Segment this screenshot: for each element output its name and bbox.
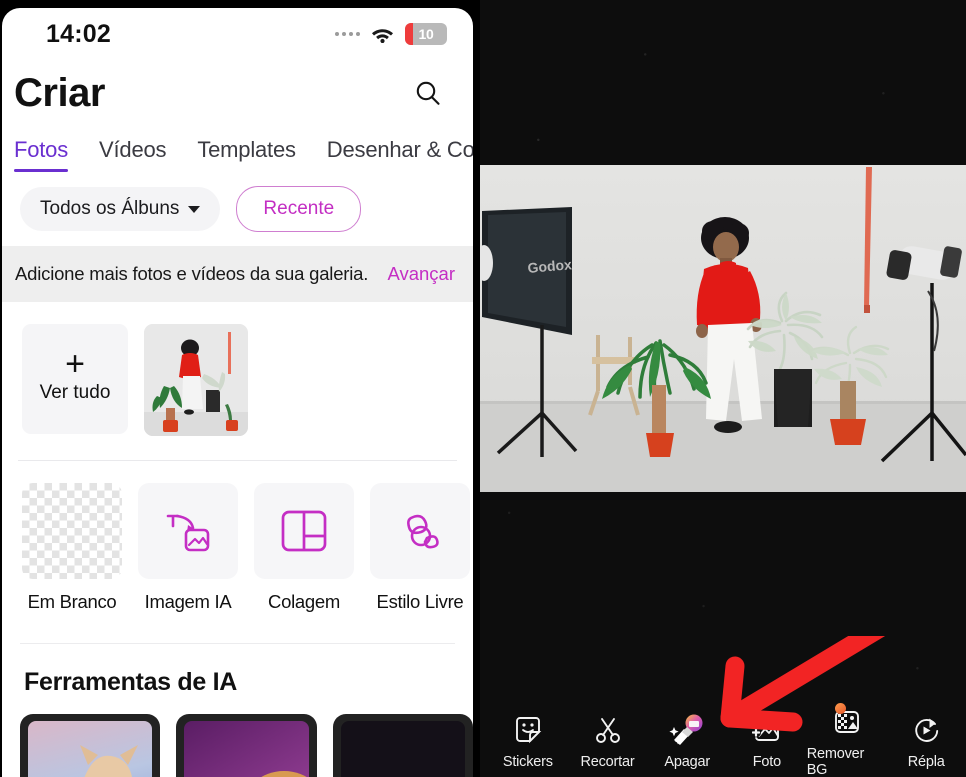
toolbar-item-foto[interactable]: Foto	[727, 713, 807, 770]
create-tools-row: Em Branco Imagem IA Colagem Estilo Livre	[2, 461, 473, 613]
text-to-image-icon	[138, 483, 238, 579]
gallery-thumbnail[interactable]	[144, 324, 248, 436]
battery-level: 10	[418, 26, 434, 42]
signal-dots-icon	[335, 32, 360, 36]
screenshot-root: 14:02 10 Criar Fotos Vídeos Templates De…	[0, 0, 966, 777]
toolbar-label: Remover BG	[806, 745, 865, 777]
collage-grid-icon	[254, 483, 354, 579]
albums-dropdown[interactable]: Todos os Álbuns	[20, 187, 221, 231]
remove-background-icon	[832, 702, 862, 739]
wifi-icon	[371, 26, 394, 43]
plus-icon: +	[65, 344, 85, 383]
ai-card-1[interactable]	[20, 714, 161, 777]
tool-em-branco[interactable]: Em Branco	[22, 483, 122, 613]
tab-bar: Fotos Vídeos Templates Desenhar & Colori…	[2, 124, 473, 172]
toolbar-item-stickers[interactable]: Stickers	[488, 713, 568, 770]
tool-imagem-ia[interactable]: Imagem IA	[138, 483, 238, 613]
see-all-button[interactable]: + Ver tudo	[22, 324, 128, 434]
tab-desenhar-colorir[interactable]: Desenhar & Colorir	[327, 137, 473, 172]
tab-fotos[interactable]: Fotos	[14, 137, 68, 172]
gallery-strip: + Ver tudo	[2, 302, 473, 454]
toolbar-label: Stickers	[502, 753, 553, 770]
eraser-magic-icon	[669, 713, 705, 747]
right-editor-panel: Godox Stickers Recortar Apagar Foto Remo…	[480, 0, 966, 777]
editor-bottom-toolbar: Stickers Recortar Apagar Foto Remover BG…	[480, 702, 966, 777]
toolbar-item-apagar[interactable]: Apagar	[647, 713, 727, 770]
ai-card-3[interactable]	[332, 714, 473, 777]
filter-row: Todos os Álbuns Recente	[2, 172, 473, 246]
ai-tools-title: Ferramentas de IA	[24, 668, 238, 696]
toolbar-label: Foto	[752, 753, 781, 770]
page-title: Criar	[14, 70, 105, 115]
toolbar-label: Recortar	[580, 753, 635, 770]
header: Criar	[2, 60, 473, 124]
ai-tools-cards	[2, 697, 473, 777]
tool-label: Em Branco	[27, 591, 117, 612]
add-photo-icon	[751, 713, 782, 747]
albums-dropdown-label: Todos os Álbuns	[40, 198, 180, 219]
gallery-banner-action[interactable]: Avançar	[387, 263, 455, 285]
replay-icon	[911, 713, 941, 747]
toolbar-item-recortar[interactable]: Recortar	[568, 713, 648, 770]
freestyle-shapes-icon	[370, 483, 470, 579]
status-bar: 14:02 10	[2, 8, 473, 60]
tool-label: Imagem IA	[144, 591, 232, 612]
gallery-banner: Adicione mais fotos e vídeos da sua gale…	[2, 246, 473, 302]
battery-icon: 10	[405, 23, 447, 45]
left-phone-panel: 14:02 10 Criar Fotos Vídeos Templates De…	[0, 0, 474, 777]
tab-templates[interactable]: Templates	[197, 137, 296, 172]
sticker-icon	[513, 713, 543, 747]
toolbar-item-remover-bg[interactable]: Remover BG	[806, 702, 887, 777]
toolbar-label: Apagar	[664, 753, 710, 770]
see-all-label: Ver tudo	[39, 382, 111, 404]
ai-card-2[interactable]	[176, 714, 317, 777]
status-time: 14:02	[46, 19, 111, 48]
recent-filter-chip[interactable]: Recente	[236, 186, 362, 232]
tab-videos[interactable]: Vídeos	[99, 137, 166, 172]
search-icon[interactable]	[411, 76, 445, 110]
create-screen: 14:02 10 Criar Fotos Vídeos Templates De…	[2, 8, 473, 777]
tool-label: Colagem	[268, 591, 340, 612]
scissors-icon	[593, 713, 623, 747]
transparent-checkerboard-icon	[22, 483, 122, 579]
tool-colagem[interactable]: Colagem	[254, 483, 354, 613]
toolbar-label: Répla	[907, 753, 945, 770]
tool-label: Estilo Livre	[376, 591, 464, 612]
toolbar-item-repla[interactable]: Répla	[886, 713, 966, 770]
status-indicators: 10	[335, 23, 447, 45]
editor-canvas-photo[interactable]: Godox	[480, 165, 966, 492]
chevron-down-icon	[188, 205, 201, 213]
gallery-banner-text: Adicione mais fotos e vídeos da sua gale…	[15, 263, 369, 284]
new-feature-badge	[834, 702, 846, 714]
tool-estilo-livre[interactable]: Estilo Livre	[370, 483, 470, 613]
